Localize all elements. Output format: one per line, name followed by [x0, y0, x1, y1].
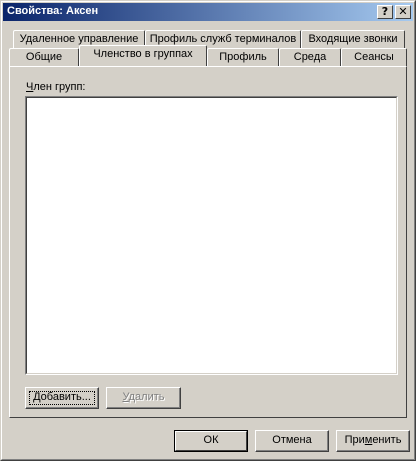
close-icon: ✕ — [398, 5, 408, 18]
tab-label: Профиль — [219, 51, 267, 63]
tab-sessions[interactable]: Сеансы — [341, 48, 407, 66]
tab-label: Среда — [293, 51, 327, 63]
accel-key: Д — [33, 391, 41, 403]
ok-button[interactable]: ОК — [174, 430, 248, 452]
help-icon: ? — [381, 5, 389, 18]
tab-label: Сеансы — [354, 51, 394, 63]
tab-label: Членство в группах — [93, 48, 193, 60]
close-button[interactable]: ✕ — [395, 5, 411, 19]
help-button[interactable]: ? — [377, 5, 393, 19]
tab-dial-in[interactable]: Входящие звонки — [301, 30, 405, 48]
member-of-label: Член групп: — [26, 81, 86, 93]
tab-label: Профиль служб терминалов — [149, 33, 297, 45]
label-text: лен групп: — [33, 81, 86, 93]
label-text: енить — [372, 434, 402, 446]
button-label: Добавить... — [33, 391, 91, 403]
remove-button[interactable]: Удалить — [106, 387, 181, 409]
label-text: далить — [128, 391, 165, 403]
button-label: Отмена — [272, 434, 312, 446]
title-bar[interactable]: Свойства: Аксен ? ✕ — [3, 3, 413, 21]
tab-general[interactable]: Общие — [9, 48, 79, 66]
tab-profile[interactable]: Профиль — [207, 48, 279, 66]
cancel-button[interactable]: Отмена — [255, 430, 329, 452]
tab-environment[interactable]: Среда — [279, 48, 341, 66]
listbox-frame — [26, 97, 397, 374]
tab-label: Общие — [25, 51, 63, 63]
groups-listbox[interactable] — [25, 96, 398, 375]
tab-label: Входящие звонки — [308, 33, 398, 45]
label-text: обавить... — [40, 391, 91, 403]
apply-button[interactable]: Применить — [336, 430, 410, 452]
label-text: При — [344, 434, 365, 446]
button-label: Применить — [345, 434, 402, 446]
window-title: Свойства: Аксен — [7, 5, 99, 17]
add-button[interactable]: Добавить... — [25, 387, 99, 409]
properties-dialog: Свойства: Аксен ? ✕ Удаленное управление… — [0, 0, 416, 461]
button-label: Удалить — [122, 391, 164, 403]
tab-label: Удаленное управление — [19, 33, 139, 45]
button-label: ОК — [203, 434, 219, 446]
tab-member-of[interactable]: Членство в группах — [79, 45, 207, 66]
